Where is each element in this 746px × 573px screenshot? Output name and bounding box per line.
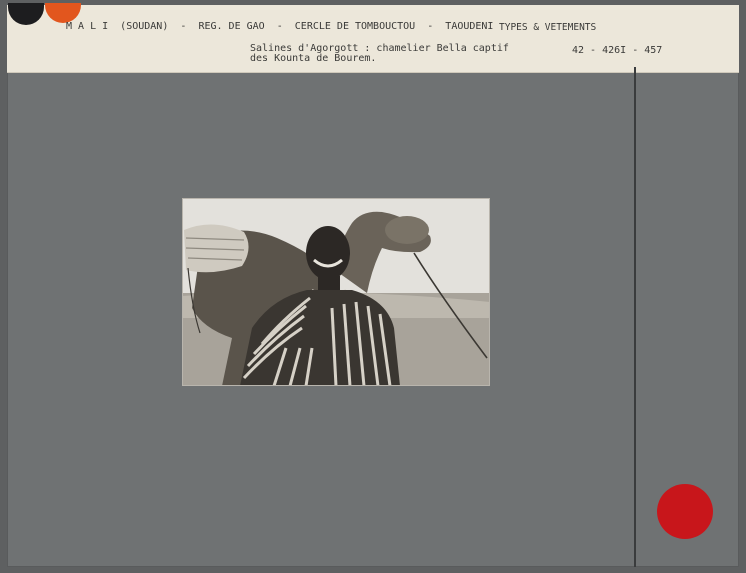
location-heading: M A L I (SOUDAN) - REG. DE GAO - CERCLE … (66, 21, 494, 32)
photograph (182, 198, 490, 386)
category-label: TYPES & VETEMENTS (499, 22, 597, 33)
vertical-divider (634, 67, 636, 567)
reference-number: 42 - 426I - 457 (572, 45, 663, 56)
caption-line-2: des Kounta de Bourem. (250, 53, 377, 64)
red-stamp-dot (657, 484, 713, 539)
